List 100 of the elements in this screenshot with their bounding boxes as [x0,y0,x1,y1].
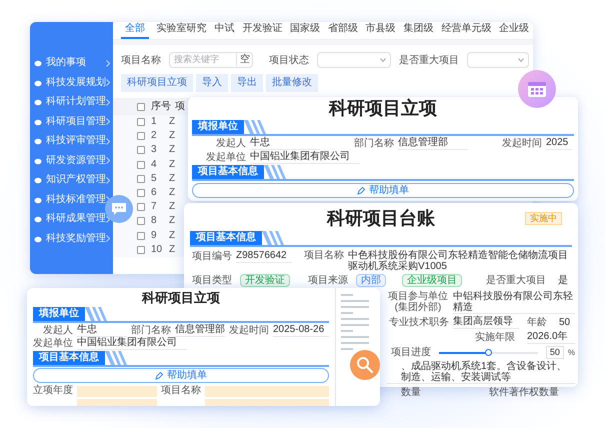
field-value: 2026.0年 [527,331,575,344]
field-label: 项目名称 [161,385,201,397]
checkbox[interactable] [137,189,145,198]
category-tab[interactable]: 企业级 [499,23,530,39]
field-label: 发起单位 [33,338,73,350]
section-header: 填报单位 [192,120,244,134]
stripes-icon [105,351,127,365]
clear-button[interactable]: 空 [236,54,253,66]
input-field[interactable] [77,386,157,396]
chevron-icon [106,138,110,144]
field-value: 是 [558,274,568,286]
checkbox[interactable] [137,174,145,183]
search-field[interactable]: 搜索关键字 空 [169,52,253,68]
field-value: 中国铝业集团有限公司 [77,337,187,350]
checkbox[interactable] [137,132,145,140]
unit-label: % [568,346,575,358]
field-value: 信息管理部 [175,324,225,337]
field-value: 2025-08-26 [273,324,329,337]
progress-value: 50 [546,346,564,359]
toolbar-button[interactable]: 科研项目立项 [121,74,193,92]
category-tab[interactable]: 国家级 [290,23,320,39]
table-cell: Z [169,144,176,156]
field-label: 年龄 [526,316,547,328]
sidebar-item[interactable]: 科研项目管理 [34,116,106,128]
table-cell: Z [169,215,176,228]
status-badge: 实施中 [525,212,562,225]
table-cell-text: 7 [151,201,158,214]
field-label: 项目参与单位(集团外部) [387,291,449,313]
checkbox[interactable] [137,203,145,212]
checkbox[interactable] [137,146,145,154]
card-title: 科研项目立项 [328,98,438,119]
category-tab[interactable]: 市县级 [366,23,396,39]
field-label: 是否重大项目 [399,54,459,68]
sidebar-item[interactable]: 科技标准管理 [34,194,106,206]
category-tab[interactable]: 经营单元级 [441,23,492,39]
field-label: 软件著作权数量 [489,387,559,399]
chevron-icon [106,60,110,66]
stripes-icon [262,231,284,245]
chevron-icon [106,157,110,164]
table-cell: Z [169,158,176,171]
sidebar-item[interactable]: 科技评审管理 [34,135,106,147]
field-label: 项目名称 [303,250,344,262]
field-label: 项目类型 [191,274,232,286]
field-value: 集团高层领导 [453,316,519,329]
sidebar-item[interactable]: 知识产权管理 [34,174,106,186]
progress-slider[interactable] [439,348,538,356]
category-tab[interactable]: 开发验证 [242,23,282,39]
sidebar-item[interactable]: 研发资源管理 [34,154,106,166]
table-cell-text: 9 [151,230,158,242]
checkbox[interactable] [137,217,145,226]
card-title: 科研项目立项 [140,290,221,306]
checkbox[interactable] [137,102,145,110]
field-label: 专业技术职务 [388,316,449,328]
section-header: 项目基本信息 [192,165,264,179]
field-value: 牛忠 [250,137,320,150]
table-cell-text: 2 [151,130,158,142]
chevron-icon [106,98,110,106]
calendar-icon [527,80,547,98]
sidebar-item[interactable]: 科技奖励管理 [34,232,106,244]
chat-icon [111,202,127,216]
table-cell-text: 8 [151,215,158,228]
input-field[interactable] [77,399,157,406]
help-button[interactable]: 帮助填单 [192,183,574,198]
edit-icon [357,186,365,194]
category-tab[interactable]: 中试 [214,23,234,39]
checkbox[interactable] [137,160,145,169]
field-label: 项目状态 [269,54,309,68]
input-field[interactable] [205,399,329,406]
field-label: 是否重大项目 [486,274,546,286]
field-label: 数量 [401,387,421,399]
toolbar-button[interactable]: 批量修改 [266,74,318,92]
table-cell-text: 5 [151,172,158,185]
category-tab[interactable]: 省部级 [328,23,358,39]
checkbox[interactable] [137,232,145,240]
help-button[interactable]: 帮助填单 [33,368,329,383]
field-label: 项目进度 [390,346,431,358]
field-label: 项目来源 [307,274,348,286]
sidebar-item[interactable]: 我的事项 [34,57,86,69]
toolbar-button[interactable]: 导出 [231,74,263,92]
chevron-icon [106,176,110,184]
caret-icon [518,58,524,62]
sidebar-item[interactable]: 科研计划管理 [34,96,106,108]
field-label: 项目编号 [191,250,232,262]
table-cell: Z [169,116,176,128]
table-cell-text: 3 [151,144,158,156]
field-label: 部门名称 [353,138,394,150]
toolbar-button[interactable]: 导入 [196,74,228,92]
field-value: 中铝科技股份有限公司东轻精造 [453,291,575,314]
tag: 内部 [356,274,386,287]
tag: 开发验证 [240,274,290,287]
field-label: 发起人 [215,138,246,150]
column-header: 项 [175,100,185,112]
category-tab[interactable]: 集团级 [403,23,434,39]
sidebar-item[interactable]: 科技发展规划 [34,76,106,88]
sidebar-item[interactable]: 科研成果管理 [34,213,106,225]
category-tab[interactable]: 实验室研究 [156,23,207,39]
input-field[interactable] [205,386,329,396]
checkbox[interactable] [137,118,145,126]
checkbox[interactable] [137,246,145,254]
card-title: 科研项目台账 [327,207,435,229]
